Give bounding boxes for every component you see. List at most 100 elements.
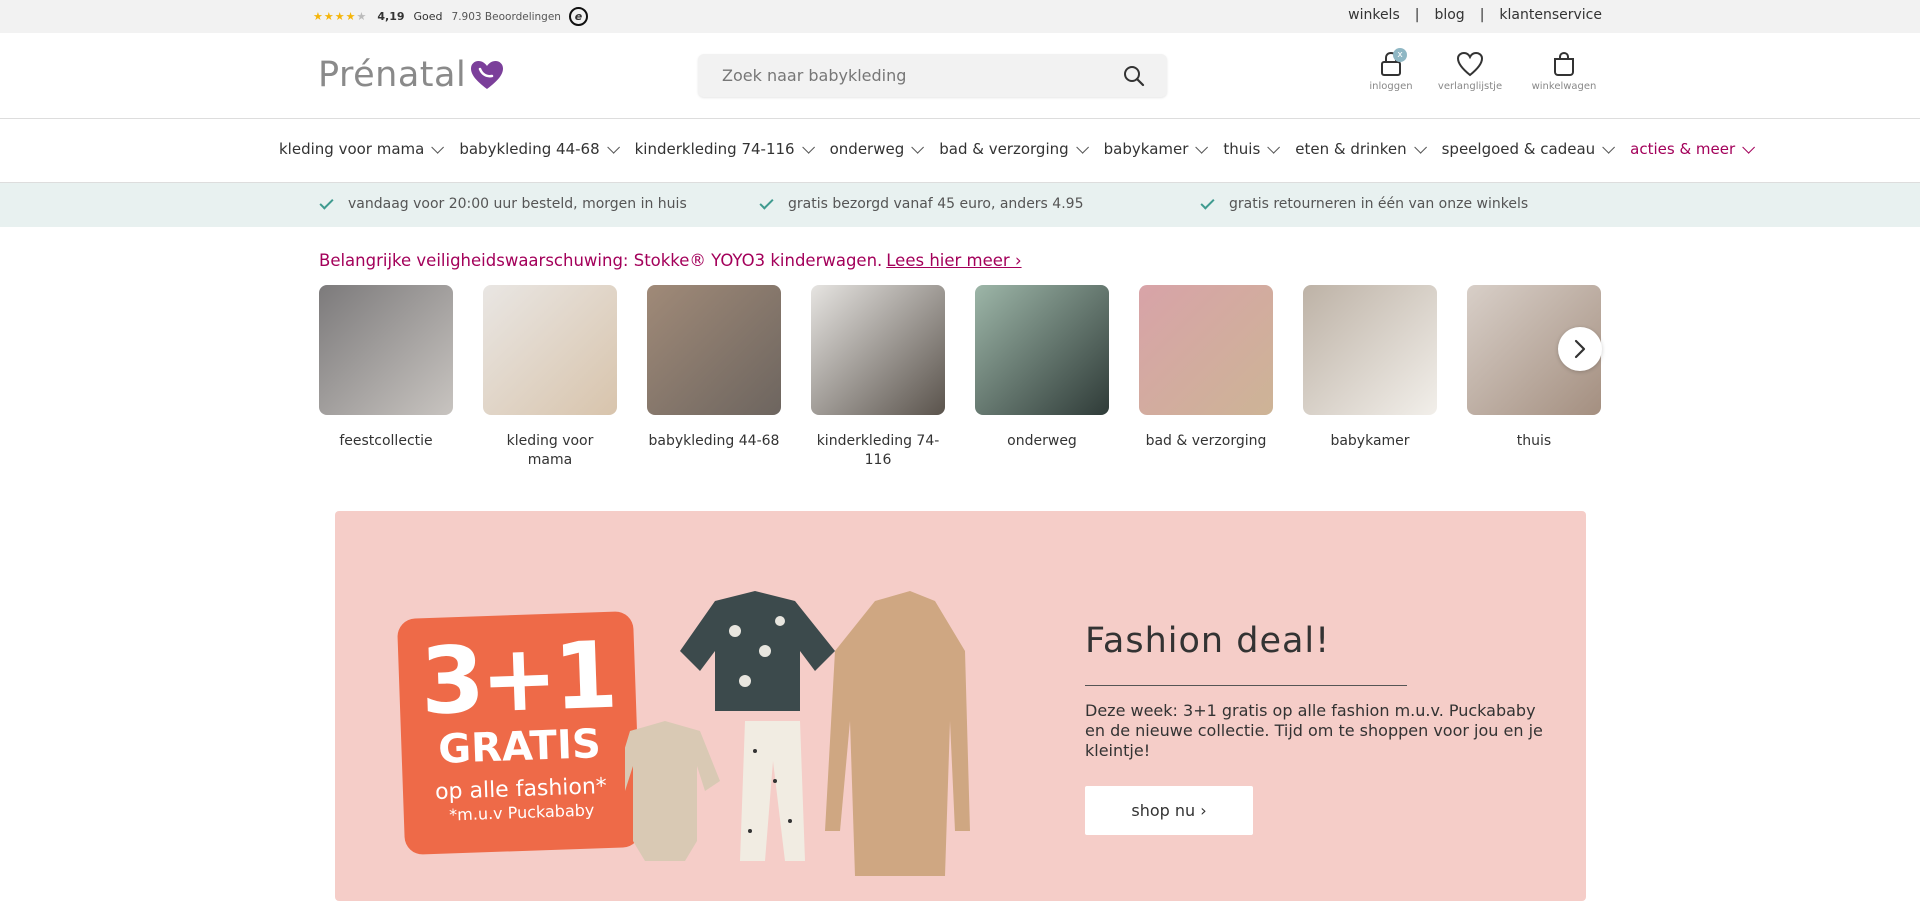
rating-score: 4,19 bbox=[377, 10, 405, 23]
nav-item-label: bad & verzorging bbox=[939, 140, 1069, 158]
category-label: kleding voor mama bbox=[506, 433, 594, 468]
nav-item-bad-verzorging[interactable]: bad & verzorging bbox=[939, 140, 1089, 158]
search-input[interactable] bbox=[698, 54, 1098, 97]
chevron-down-icon bbox=[606, 140, 620, 154]
clothing-illustration bbox=[625, 591, 970, 876]
safety-warning: Belangrijke veiligheidswaarschuwing: Sto… bbox=[319, 251, 1022, 270]
category-tile[interactable]: kinderkleding 74-116 bbox=[811, 285, 945, 470]
nav-item-label: kleding voor mama bbox=[279, 140, 425, 158]
chevron-down-icon bbox=[1413, 140, 1427, 154]
category-image bbox=[811, 285, 945, 415]
link-blog[interactable]: blog bbox=[1434, 7, 1464, 23]
nav-item-eten-drinken[interactable]: eten & drinken bbox=[1295, 140, 1427, 158]
header: Prénatal x inloggen verlanglijstje bbox=[0, 33, 1920, 119]
chevron-down-icon bbox=[1602, 140, 1616, 154]
logo-text: Prénatal bbox=[318, 55, 467, 95]
category-tile[interactable]: thuis bbox=[1467, 285, 1601, 470]
shop-now-button[interactable]: shop nu › bbox=[1085, 786, 1253, 835]
search-icon[interactable] bbox=[1123, 65, 1145, 87]
category-tile[interactable]: feestcollectie bbox=[319, 285, 453, 470]
usp-item: gratis bezorgd vanaf 45 euro, anders 4.9… bbox=[759, 194, 1084, 212]
link-winkels[interactable]: winkels bbox=[1348, 7, 1400, 23]
main-nav: kleding voor mama babykleding 44-68 kind… bbox=[0, 119, 1920, 183]
chevron-down-icon bbox=[1267, 140, 1281, 154]
heart-logo-icon bbox=[471, 61, 504, 89]
cart-label: winkelwagen bbox=[1531, 81, 1597, 92]
nav-item-label: kinderkleding 74-116 bbox=[634, 140, 795, 158]
warning-text: Belangrijke veiligheidswaarschuwing: Sto… bbox=[319, 251, 883, 270]
login-button[interactable]: x inloggen bbox=[1362, 48, 1420, 92]
carousel-next-button[interactable] bbox=[1558, 327, 1602, 371]
trusted-shops-icon: e bbox=[568, 7, 588, 26]
top-links: winkels | blog | klantenservice bbox=[1348, 7, 1602, 23]
category-tile[interactable]: onderweg bbox=[975, 285, 1109, 470]
promo-text: Fashion deal! Deze week: 3+1 gratis op a… bbox=[1085, 621, 1545, 835]
nav-item-onderweg[interactable]: onderweg bbox=[829, 140, 925, 158]
chevron-down-icon bbox=[911, 140, 925, 154]
check-icon bbox=[319, 194, 334, 210]
header-icons: x inloggen verlanglijstje winkelwagen bbox=[1362, 48, 1597, 92]
usp-text: gratis bezorgd vanaf 45 euro, anders 4.9… bbox=[788, 196, 1084, 212]
rating-stars-icon: ★ ★ ★ ★ ★ bbox=[313, 10, 367, 23]
usp-bar: vandaag voor 20:00 uur besteld, morgen i… bbox=[0, 183, 1920, 227]
wishlist-label: verlanglijstje bbox=[1437, 81, 1503, 92]
category-label: babykamer bbox=[1330, 433, 1410, 449]
link-klantenservice[interactable]: klantenservice bbox=[1499, 7, 1602, 23]
nav-item-babykleding[interactable]: babykleding 44-68 bbox=[459, 140, 620, 158]
nav-item-label: babykamer bbox=[1103, 140, 1189, 158]
nav-item-label: babykleding 44-68 bbox=[459, 140, 600, 158]
cart-button[interactable]: winkelwagen bbox=[1531, 51, 1597, 92]
nav-item-kleding-voor-mama[interactable]: kleding voor mama bbox=[279, 140, 445, 158]
rating-label: Goed bbox=[413, 10, 443, 23]
category-tile[interactable]: babykleding 44-68 bbox=[647, 285, 781, 470]
check-icon bbox=[1200, 194, 1215, 210]
review-rating[interactable]: ★ ★ ★ ★ ★ 4,19 Goed 7.903 Beoordelingen e bbox=[313, 7, 588, 26]
category-image bbox=[647, 285, 781, 415]
usp-text: gratis retourneren in één van onze winke… bbox=[1229, 196, 1529, 212]
nav-item-label: eten & drinken bbox=[1295, 140, 1407, 158]
category-image bbox=[319, 285, 453, 415]
separator: | bbox=[1414, 7, 1420, 23]
search-bar bbox=[698, 54, 1167, 97]
wishlist-button[interactable]: verlanglijstje bbox=[1437, 51, 1503, 92]
nav-item-label: acties & meer bbox=[1630, 140, 1736, 158]
usp-item: vandaag voor 20:00 uur besteld, morgen i… bbox=[319, 194, 687, 212]
usp-item: gratis retourneren in één van onze winke… bbox=[1200, 194, 1529, 212]
category-image bbox=[1139, 285, 1273, 415]
category-tile[interactable]: babykamer bbox=[1303, 285, 1437, 470]
chevron-down-icon bbox=[801, 140, 815, 154]
category-image bbox=[483, 285, 617, 415]
logo[interactable]: Prénatal bbox=[318, 55, 504, 95]
usp-text: vandaag voor 20:00 uur besteld, morgen i… bbox=[348, 196, 687, 212]
warning-link[interactable]: Lees hier meer › bbox=[886, 251, 1021, 270]
category-label: bad & verzorging bbox=[1145, 433, 1267, 449]
nav-item-acties-meer[interactable]: acties & meer bbox=[1630, 140, 1756, 158]
nav-item-thuis[interactable]: thuis bbox=[1223, 140, 1281, 158]
promo-image[interactable]: 3+1 GRATIS op alle fashion* *m.u.v Pucka… bbox=[335, 511, 1055, 901]
login-label: inloggen bbox=[1369, 81, 1413, 92]
promo-badge: 3+1 GRATIS op alle fashion* *m.u.v Pucka… bbox=[396, 610, 642, 856]
promo-badge-big: 3+1 bbox=[418, 621, 616, 736]
login-badge: x bbox=[1393, 48, 1407, 62]
category-label: onderweg bbox=[1007, 433, 1077, 449]
nav-item-kinderkleding[interactable]: kinderkleding 74-116 bbox=[634, 140, 815, 158]
category-label: thuis bbox=[1516, 433, 1552, 449]
category-image bbox=[1303, 285, 1437, 415]
category-tile[interactable]: kleding voor mama bbox=[483, 285, 617, 470]
promo-body: Deze week: 3+1 gratis op alle fashion m.… bbox=[1085, 701, 1543, 760]
bag-icon bbox=[1554, 51, 1574, 76]
nav-item-speelgoed-cadeau[interactable]: speelgoed & cadeau bbox=[1441, 140, 1616, 158]
check-icon bbox=[759, 194, 774, 210]
promo-banner: 3+1 GRATIS op alle fashion* *m.u.v Pucka… bbox=[335, 511, 1586, 901]
category-label: feestcollectie bbox=[339, 433, 433, 449]
nav-item-babykamer[interactable]: babykamer bbox=[1103, 140, 1209, 158]
category-image bbox=[975, 285, 1109, 415]
category-carousel: feestcollectie kleding voor mama babykledi… bbox=[319, 285, 1631, 470]
top-bar: ★ ★ ★ ★ ★ 4,19 Goed 7.903 Beoordelingen e wi… bbox=[0, 0, 1920, 33]
nav-item-label: speelgoed & cadeau bbox=[1441, 140, 1596, 158]
chevron-down-icon bbox=[1075, 140, 1089, 154]
category-label: babykleding 44-68 bbox=[648, 433, 780, 449]
category-tile[interactable]: bad & verzorging bbox=[1139, 285, 1273, 470]
chevron-right-icon bbox=[1574, 339, 1586, 359]
nav-item-label: onderweg bbox=[829, 140, 905, 158]
